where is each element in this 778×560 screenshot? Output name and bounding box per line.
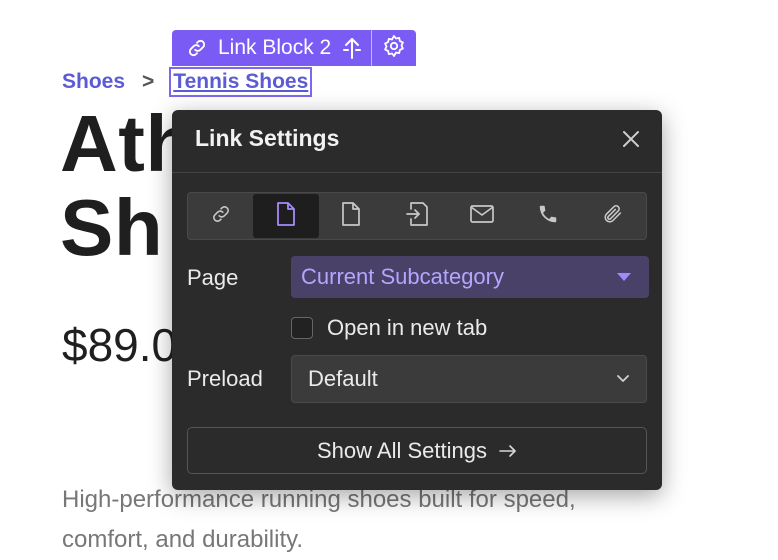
phone-icon [537, 203, 559, 230]
page-title-line-2: Sh [60, 183, 164, 272]
page-select[interactable]: Current Subcategory [291, 256, 649, 298]
product-price: $89.0 [62, 319, 178, 371]
close-button[interactable] [618, 128, 644, 154]
element-settings-button[interactable] [371, 30, 416, 66]
mail-icon [469, 203, 495, 230]
paperclip-icon [602, 202, 624, 231]
show-all-settings-button[interactable]: Show All Settings [187, 427, 647, 474]
section-arrow-icon [405, 201, 429, 232]
panel-title: Link Settings [195, 125, 340, 151]
caret-down-icon [617, 273, 631, 281]
close-icon [621, 129, 641, 154]
document-icon [340, 201, 362, 232]
preload-select[interactable]: Default [291, 355, 647, 403]
breadcrumb-tennis-shoes-link[interactable]: Tennis Shoes [169, 67, 313, 97]
product-description: High-performance running shoes built for… [62, 486, 576, 553]
open-in-new-tab-option[interactable]: Open in new tab [291, 313, 487, 343]
breadcrumb: Shoes > Tennis Shoes [62, 67, 313, 97]
page-select-value: Current Subcategory [301, 264, 504, 289]
breadcrumb-shoes-link[interactable]: Shoes [62, 70, 125, 94]
show-all-settings-label: Show All Settings [317, 437, 487, 463]
link-type-collection-page-button[interactable] [319, 194, 384, 238]
link-type-selector [187, 192, 647, 240]
open-in-new-tab-checkbox[interactable] [291, 317, 313, 339]
select-parent-icon[interactable] [341, 36, 363, 60]
link-icon [186, 37, 208, 59]
open-in-new-tab-label: Open in new tab [327, 315, 488, 340]
link-settings-panel: Link Settings Page Current Subcategory O… [172, 110, 662, 490]
panel-header: Link Settings [172, 110, 662, 173]
element-label[interactable]: Link Block 2 [172, 30, 371, 66]
element-label-text: Link Block 2 [218, 36, 332, 59]
gear-icon [382, 34, 406, 63]
chevron-down-icon [616, 370, 630, 388]
link-type-section-button[interactable] [384, 194, 449, 238]
element-label-bar: Link Block 2 [172, 30, 417, 66]
arrow-right-icon [499, 438, 517, 464]
page-icon [275, 201, 297, 232]
link-type-file-button[interactable] [580, 194, 645, 238]
link-type-url-button[interactable] [188, 194, 253, 238]
link-type-email-button[interactable] [450, 194, 515, 238]
link-type-phone-button[interactable] [515, 194, 580, 238]
link-type-page-button[interactable] [253, 194, 319, 238]
preload-select-value: Default [308, 366, 378, 391]
page-label: Page [187, 265, 239, 290]
preload-label: Preload [187, 366, 263, 391]
link-icon [210, 203, 232, 230]
breadcrumb-separator: > [142, 70, 155, 93]
